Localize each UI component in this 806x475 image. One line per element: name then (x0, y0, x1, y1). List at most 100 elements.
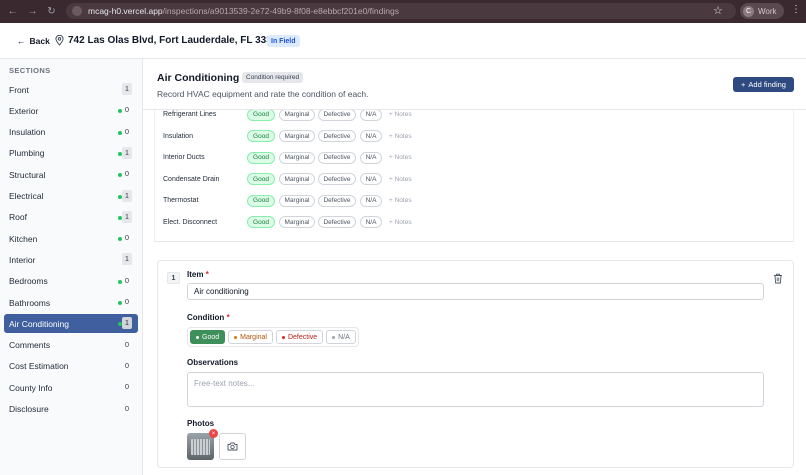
sidebar-item-county-info[interactable]: County Info 0 (4, 378, 138, 397)
condition-pill-marginal[interactable]: Marginal (279, 194, 315, 207)
sidebar-item-label: Kitchen (9, 233, 38, 244)
item-label-text: Item (187, 270, 204, 279)
condition-pill-na[interactable]: N/A (360, 173, 382, 185)
condition-good-button[interactable]: Good (190, 330, 226, 344)
condition-pill-marginal[interactable]: Marginal (279, 151, 315, 164)
add-notes-link[interactable]: + Notes (389, 197, 412, 204)
sidebar-item-exterior[interactable]: Exterior 0 (4, 101, 138, 120)
add-photo-button[interactable] (219, 433, 246, 460)
sidebar-item-kitchen[interactable]: Kitchen 0 (4, 229, 138, 248)
component-label: Refrigerant Lines (163, 111, 217, 118)
browser-menu-icon[interactable]: ⋮ (791, 4, 801, 15)
sidebar-item-cost-estimation[interactable]: Cost Estimation 0 (4, 357, 138, 376)
status-dot (281, 335, 285, 339)
component-label: Interior Ducts (163, 154, 205, 161)
finding-count-badge: 0 (124, 233, 130, 243)
add-notes-link[interactable]: + Notes (389, 154, 412, 161)
sidebar-title: SECTIONS (9, 66, 51, 75)
sidebar-item-bedrooms[interactable]: Bedrooms 0 (4, 272, 138, 291)
add-finding-button[interactable]: + Add finding (733, 77, 794, 92)
profile-avatar: C (743, 5, 754, 17)
finding-card: 1 Item * Air conditioning Condition * Go… (157, 260, 794, 468)
condition-pill-marginal[interactable]: Marginal (279, 216, 315, 228)
component-label: Elect. Disconnect (163, 218, 218, 226)
add-finding-label: Add finding (748, 80, 786, 89)
bookmark-star-icon[interactable]: ☆ (713, 4, 723, 17)
sidebar-item-label: Electrical (9, 191, 44, 201)
component-row: Condensate Drain Good Marginal Defective N/A… (155, 169, 795, 190)
condition-pill-defective[interactable]: Defective (318, 108, 356, 121)
condition-pill-good[interactable]: Good (247, 173, 275, 185)
back-arrow-icon[interactable]: ← (6, 5, 19, 18)
finding-count-badge: 1 (122, 317, 132, 330)
component-label: Condensate Drain (163, 175, 220, 183)
condition-pill-na[interactable]: N/A (360, 151, 382, 164)
profile-button[interactable]: C Work (740, 3, 784, 19)
address-bar[interactable]: mcag-h0.vercel.app/inspections/a9013539-… (66, 3, 736, 19)
finding-number: 1 (167, 272, 180, 284)
finding-count-badge: 0 (124, 339, 130, 349)
condition-marginal-button[interactable]: Marginal (228, 330, 273, 344)
condition-pill-good[interactable]: Good (247, 108, 275, 121)
add-notes-link[interactable]: + Notes (389, 133, 412, 140)
condition-pill-marginal[interactable]: Marginal (279, 130, 315, 142)
add-notes-link[interactable]: + Notes (389, 219, 412, 226)
sidebar-item-bathrooms[interactable]: Bathrooms 0 (4, 293, 138, 312)
url-path: /inspections/a9013539-2e72-49b9-8f08-e8e… (162, 6, 399, 16)
back-arrow-icon: ← (17, 36, 26, 46)
observations-textarea[interactable]: Free-text notes... (187, 372, 764, 407)
component-condition-grid: Refrigerant Lines Good Marginal Defective N/… (154, 108, 795, 242)
finding-count-badge: 0 (124, 275, 130, 285)
sidebar-item-insulation[interactable]: Insulation 0 (4, 123, 138, 142)
condition-pill-na[interactable]: N/A (360, 108, 382, 121)
back-button[interactable]: ← Back (17, 36, 50, 46)
add-notes-link[interactable]: + Notes (389, 176, 412, 183)
page-header: ← Back 742 Las Olas Blvd, Fort Lauderdal… (0, 23, 806, 59)
add-notes-link[interactable]: + Notes (389, 111, 412, 118)
photo-thumbnail[interactable]: × (187, 429, 218, 460)
sidebar-item-disclosure[interactable]: Disclosure 0 (4, 400, 138, 419)
condition-pill-good[interactable]: Good (247, 151, 275, 164)
sidebar-item-label: Comments (9, 340, 51, 351)
sidebar-item-air-conditioning[interactable]: Air Conditioning 1 (4, 314, 138, 334)
condition-pill-na[interactable]: N/A (360, 130, 382, 142)
condition-pill-good[interactable]: Good (247, 130, 275, 142)
sidebar-item-roof[interactable]: Roof 1 (4, 208, 138, 227)
property-address: 742 Las Olas Blvd, Fort Lauderdale, FL 3… (68, 35, 283, 46)
trash-icon[interactable] (773, 273, 783, 284)
reload-icon[interactable]: ↻ (45, 5, 58, 18)
remove-photo-icon[interactable]: × (209, 429, 218, 438)
item-input[interactable]: Air conditioning (187, 283, 764, 300)
condition-pill-marginal[interactable]: Marginal (279, 108, 315, 121)
site-info-icon[interactable] (72, 6, 82, 16)
condition-pill-defective[interactable]: Defective (318, 173, 356, 185)
condition-pill-defective[interactable]: Defective (318, 151, 356, 164)
sidebar-item-structural[interactable]: Structural 0 (4, 165, 138, 184)
required-marker: * (226, 313, 230, 322)
sidebar-item-electrical[interactable]: Electrical 1 (4, 187, 138, 206)
sidebar-item-comments[interactable]: Comments 0 (4, 336, 138, 355)
condition-pill-defective[interactable]: Defective (318, 130, 356, 142)
condition-pill-marginal[interactable]: Marginal (279, 173, 315, 185)
sidebar-item-front[interactable]: Front 1 (4, 80, 138, 99)
sidebar-item-plumbing[interactable]: Plumbing 1 (4, 144, 138, 163)
condition-pill-good[interactable]: Good (247, 216, 275, 228)
condition-pill-defective[interactable]: Defective (318, 194, 356, 207)
sidebar-item-label: Cost Estimation (9, 361, 69, 372)
condition-defective-button[interactable]: Defective (275, 330, 324, 344)
finding-count-badge: 0 (124, 105, 130, 115)
sidebar-item-interior[interactable]: Interior 1 (4, 250, 138, 269)
finding-count-badge: 1 (122, 253, 132, 266)
component-label: Thermostat (163, 197, 199, 204)
condition-pill-na[interactable]: N/A (360, 194, 382, 207)
forward-arrow-icon[interactable]: → (26, 5, 39, 18)
section-header: Air Conditioning Condition required Reco… (143, 59, 806, 110)
condition-defective-label: Defective (287, 333, 318, 341)
condition-pill-defective[interactable]: Defective (318, 216, 356, 228)
item-field-label: Item * (187, 270, 209, 279)
condition-pill-good[interactable]: Good (247, 194, 275, 207)
condition-pill-na[interactable]: N/A (360, 216, 382, 228)
sections-sidebar: SECTIONS Front 1 Exterior 0 Insulation 0 Plumb… (0, 59, 143, 475)
photos-label: Photos (187, 419, 215, 428)
condition-na-button[interactable]: N/A (326, 330, 356, 344)
